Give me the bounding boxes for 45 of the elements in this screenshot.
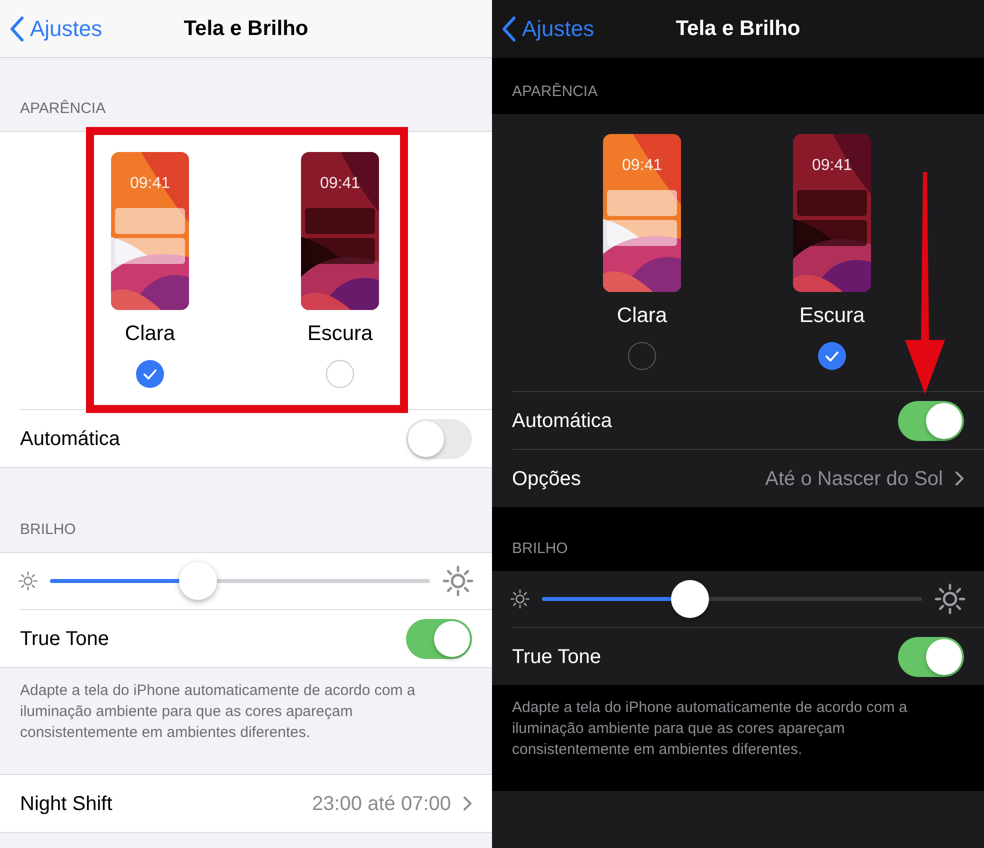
check-icon — [825, 350, 839, 362]
sun-icon — [934, 583, 966, 615]
footnote-text: Adapte a tela do iPhone automaticamente de acordo com a iluminação ambiente para que as cores apareçam consistentemente em ambientes diferentes. — [20, 681, 416, 743]
clock-time: 09:41 — [318, 174, 362, 194]
slider-thumb[interactable] — [179, 562, 218, 600]
sun-icon — [510, 589, 530, 609]
toggle-switch[interactable] — [898, 636, 964, 676]
toggle-switch[interactable] — [406, 618, 472, 658]
back-link[interactable]: Ajustes — [502, 12, 594, 45]
option-label: Clara — [616, 304, 668, 328]
section-header: BRILHO — [20, 520, 76, 540]
clock-time: 09:41 — [620, 156, 664, 176]
nav-title: Tela e Brilho — [676, 16, 800, 42]
toggle-switch[interactable] — [406, 418, 472, 458]
chevron-icon — [955, 471, 964, 486]
row-value: Até o Nascer do Sol — [765, 466, 943, 492]
option-label: Clara — [124, 322, 176, 346]
nav-title: Tela e Brilho — [184, 16, 308, 42]
chevron-icon — [463, 796, 472, 811]
toggle-switch[interactable] — [898, 400, 964, 440]
row-label: Night Shift — [20, 792, 112, 816]
section-header: APARÊNCIA — [20, 98, 106, 118]
check-icon — [143, 368, 157, 380]
back-link[interactable]: Ajustes — [10, 12, 102, 45]
back-icon — [10, 16, 24, 42]
radio-button[interactable] — [818, 342, 846, 370]
row-label: Opções — [512, 466, 581, 492]
radio-button[interactable] — [136, 360, 164, 388]
radio-button[interactable] — [628, 342, 656, 370]
clock-time: 09:41 — [810, 156, 854, 176]
section-header: APARÊNCIA — [512, 82, 598, 102]
sun-icon — [442, 565, 474, 597]
option-label: Escura — [799, 304, 865, 328]
footnote-text: Adapte a tela do iPhone automaticamente de acordo com a iluminação ambiente para que as cores apareçam consistentemente em ambientes diferentes. — [512, 698, 908, 760]
sun-icon — [18, 571, 38, 591]
row-value: 23:00 até 07:00 — [312, 792, 451, 816]
row-label: True Tone — [20, 626, 109, 652]
row-label: True Tone — [512, 644, 601, 670]
slider-thumb[interactable] — [671, 580, 710, 618]
row-label: Automática — [512, 408, 612, 434]
back-icon — [502, 16, 516, 42]
section-header: BRILHO — [512, 538, 568, 558]
row-label: Automática — [20, 426, 120, 452]
clock-time: 09:41 — [128, 174, 172, 194]
option-label: Escura — [307, 322, 373, 346]
